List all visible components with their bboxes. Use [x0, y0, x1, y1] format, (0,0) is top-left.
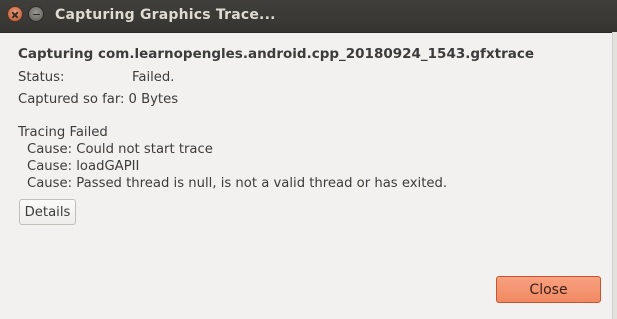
captured-row: Captured so far: 0 Bytes [18, 92, 178, 107]
error-cause: Cause: Could not start trace [27, 142, 213, 157]
error-cause: Cause: Passed thread is null, is not a v… [27, 176, 448, 191]
capture-heading: Capturing com.learnopengles.android.cpp_… [18, 46, 534, 62]
window-title: Capturing Graphics Trace... [55, 7, 276, 23]
title-bar: Capturing Graphics Trace... [0, 0, 617, 33]
error-message: Tracing Failed Cause: Could not start tr… [18, 124, 447, 192]
window-close-icon[interactable] [7, 6, 23, 22]
status-row: Status: Failed. [18, 70, 174, 85]
captured-value: 0 Bytes [128, 92, 179, 107]
error-cause: Cause: loadGAPII [27, 159, 140, 174]
status-value: Failed. [132, 70, 175, 85]
error-title: Tracing Failed [18, 125, 108, 140]
capture-dialog: Capturing Graphics Trace... Capturing co… [0, 0, 617, 319]
status-label: Status: [18, 70, 65, 85]
captured-label: Captured so far: [18, 92, 125, 107]
window-edge [612, 32, 617, 319]
details-button[interactable]: Details [19, 199, 76, 225]
window-minimize-icon[interactable] [28, 6, 44, 22]
close-button[interactable]: Close [496, 276, 601, 303]
